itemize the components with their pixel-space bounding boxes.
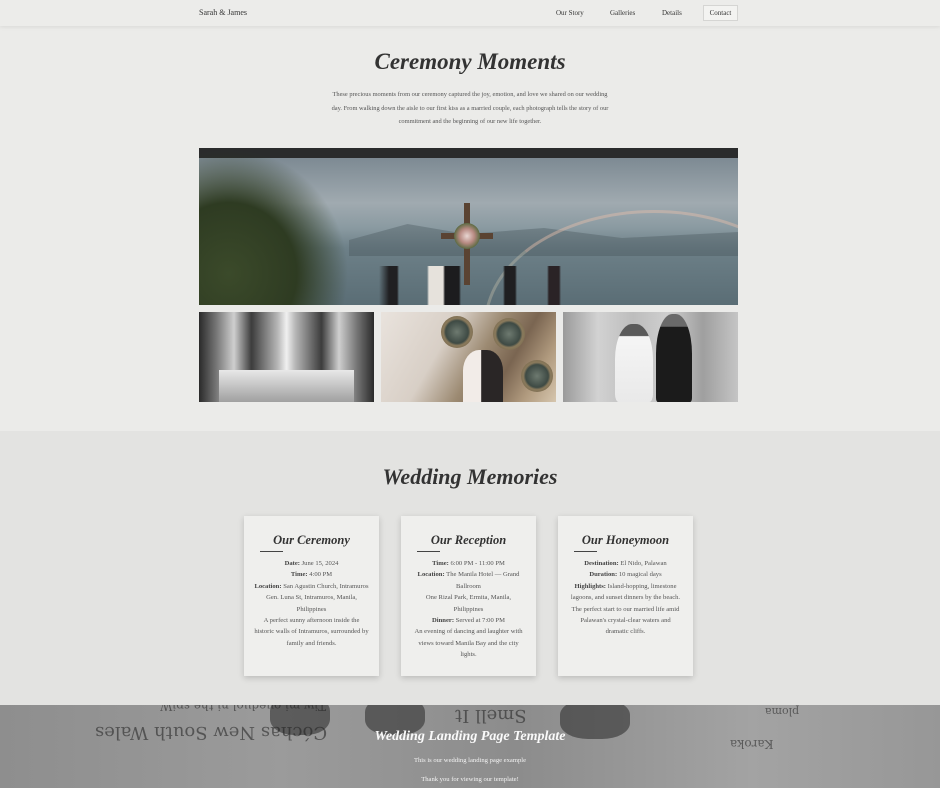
honeymoon-card: Our Honeymoon Destination: El Nido, Pala…: [558, 516, 693, 676]
card-value: Served at 7:00 PM: [454, 617, 505, 625]
card-divider: [417, 551, 440, 552]
photo-flowers: [454, 223, 480, 249]
card-divider: [260, 551, 283, 552]
card-label: Duration:: [589, 571, 618, 579]
card-value: 10 magical days: [617, 571, 662, 579]
photo-bride: [615, 324, 653, 402]
card-label: Dinner:: [432, 617, 455, 625]
card-title: Our Ceremony: [273, 533, 350, 547]
nav-galleries[interactable]: Galleries: [610, 9, 635, 17]
photo-groom: [656, 314, 692, 402]
card-line-location: Location: The Manila Hotel — Grand Ballr…: [411, 569, 526, 592]
card-line-destination: Destination: El Nido, Palawan: [568, 558, 683, 569]
card-body: Destination: El Nido, Palawan Duration: …: [568, 558, 683, 638]
background-text: Tiw mi oueduol ni the spiW: [160, 705, 327, 713]
card-line-time: Time: 6:00 PM - 11:00 PM: [411, 558, 526, 569]
card-label: Highlights:: [574, 582, 606, 590]
photo-altar: [219, 370, 354, 402]
photo-dome-window: [493, 318, 525, 350]
card-label: Location:: [254, 582, 282, 590]
card-label: Date:: [284, 560, 300, 567]
aisle-walk-photo[interactable]: [563, 312, 738, 402]
card-line-duration: Duration: 10 magical days: [568, 569, 683, 580]
footer-text: This is our wedding landing page example: [413, 757, 527, 764]
background-text: ploma: [765, 705, 800, 718]
ceremony-card: Our Ceremony Date: June 15, 2024 Time: 4…: [244, 516, 379, 676]
altar-photo[interactable]: [199, 312, 374, 402]
reception-card: Our Reception Time: 6:00 PM - 11:00 PM L…: [401, 516, 536, 676]
ceremony-description: These precious moments from our ceremony…: [331, 91, 609, 125]
top-navbar: Sarah & James Our Story Galleries Detail…: [0, 0, 940, 26]
card-title: Our Honeymoon: [581, 533, 670, 547]
nav-our-story[interactable]: Our Story: [556, 9, 584, 17]
card-label: Time:: [432, 560, 449, 567]
card-line-description: A perfect sunny afternoon inside the his…: [254, 617, 369, 647]
card-title: Our Reception: [430, 533, 507, 547]
photo-hillside: [199, 148, 349, 305]
brand-logo[interactable]: Sarah & James: [199, 8, 247, 17]
card-label: Destination:: [584, 560, 619, 567]
card-body: Date: June 15, 2024 Time: 4:00 PM Locati…: [254, 558, 369, 649]
background-text: Smell It: [455, 705, 527, 726]
card-label: Time:: [290, 571, 308, 579]
ceremony-title: Ceremony Moments: [374, 49, 566, 74]
photo-dome-window: [441, 316, 473, 348]
photo-wedding-party: [379, 266, 579, 305]
hero-ceremony-photo[interactable]: [199, 148, 738, 305]
footer-title: Wedding Landing Page Template: [374, 729, 566, 744]
card-line-date: Date: June 15, 2024: [254, 558, 369, 569]
footer: Cóchas New South Wales Smell It Tiw mi o…: [0, 705, 940, 788]
contact-button[interactable]: Contact: [703, 5, 738, 21]
card-label: Location:: [417, 571, 445, 579]
footer-thanks: Thank you for viewing our template!: [421, 776, 519, 783]
card-line-address: One Rizal Park, Ermita, Manila, Philippi…: [425, 594, 512, 613]
card-line-description: The perfect start to our married life am…: [571, 605, 680, 636]
nav-details[interactable]: Details: [662, 9, 682, 17]
card-line-dinner: Dinner: Served at 7:00 PM: [411, 615, 526, 626]
memories-title: Wedding Memories: [382, 464, 558, 489]
card-value: June 15, 2024: [299, 560, 339, 567]
card-value: 4:00 PM: [307, 571, 333, 579]
card-line-time: Time: 4:00 PM: [254, 569, 369, 580]
card-value: San Agustin Church, Intramuros: [281, 582, 369, 590]
card-line-description: An evening of dancing and laughter with …: [414, 628, 523, 659]
card-value: El Nido, Palawan: [618, 560, 667, 567]
card-line-address: Gen. Luna St, Intramuros, Manila, Philip…: [266, 594, 357, 613]
card-line-location: Location: San Agustin Church, Intramuros: [254, 581, 369, 592]
photo-couple: [463, 350, 503, 402]
card-body: Time: 6:00 PM - 11:00 PM Location: The M…: [411, 558, 526, 661]
card-divider: [574, 551, 597, 552]
card-line-highlights: Highlights: Island-hopping, limestone la…: [568, 581, 683, 604]
wedding-memories-section: Wedding Memories Our Ceremony Date: June…: [0, 431, 940, 705]
card-value: 6:00 PM - 11:00 PM: [448, 560, 505, 567]
photo-dome-window: [521, 360, 553, 392]
card-value: The Manila Hotel — Grand Ballroom: [444, 571, 520, 590]
church-couple-photo[interactable]: [381, 312, 556, 402]
